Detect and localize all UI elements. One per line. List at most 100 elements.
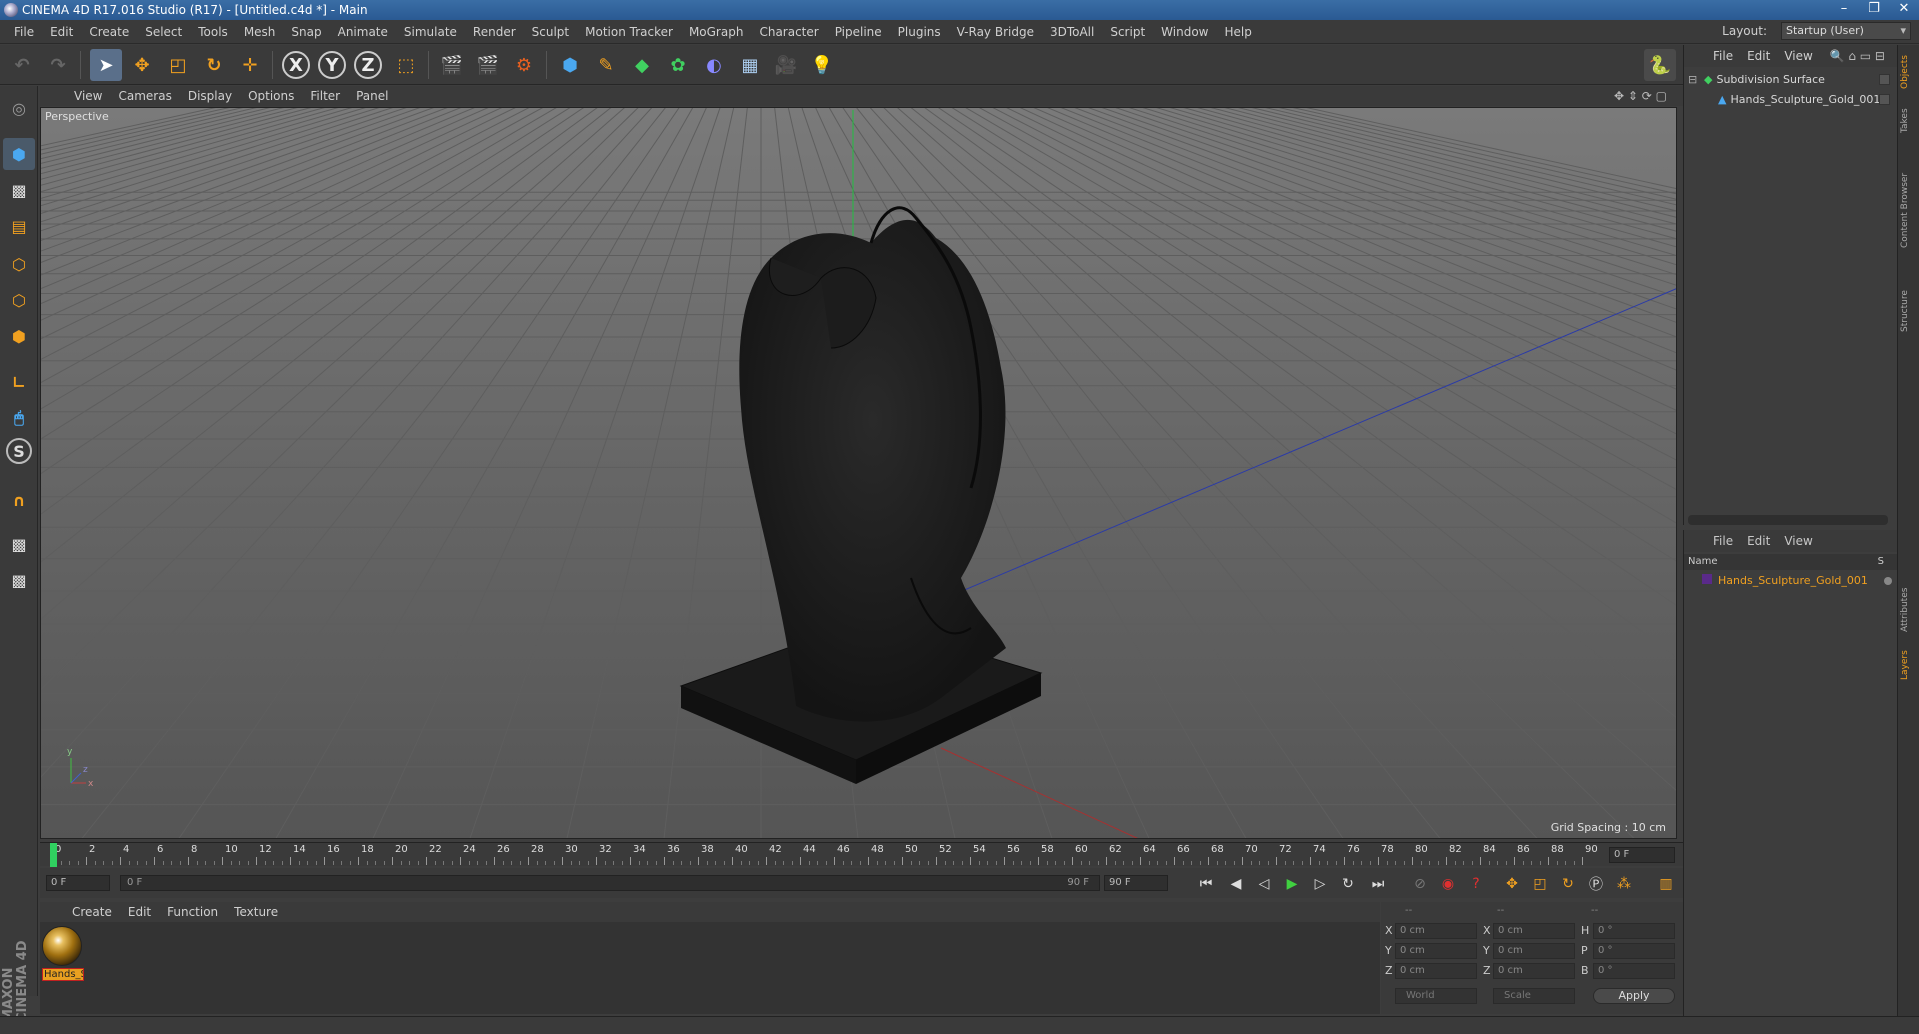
coordinate-space-dropdown[interactable]: World — [1395, 988, 1477, 1004]
layout-dropdown[interactable]: Startup (User) — [1781, 22, 1911, 40]
apply-button[interactable]: Apply — [1593, 988, 1675, 1004]
menu-sculpt[interactable]: Sculpt — [524, 25, 577, 39]
live-selection-icon[interactable]: ➤ — [90, 49, 122, 81]
viewport-menu-filter[interactable]: Filter — [302, 89, 348, 103]
record-keys-icon[interactable]: ⊘ — [1408, 872, 1432, 896]
go-to-end-icon[interactable]: ⏭ — [1366, 872, 1390, 896]
camera-icon[interactable]: 🎥 — [770, 49, 802, 81]
size-z-field[interactable]: 0 cm — [1493, 963, 1575, 979]
snap-magnet-icon[interactable]: ∩ — [3, 484, 35, 516]
rotate-icon[interactable]: ↻ — [198, 49, 230, 81]
object-row-subdivision-surface[interactable]: ⊟ ◆ Subdivision Surface — [1684, 71, 1898, 89]
object-row-hands-sculpture[interactable]: ▲ Hands_Sculpture_Gold_001 — [1684, 91, 1898, 109]
light-icon[interactable]: 💡 — [806, 49, 838, 81]
python-icon[interactable]: 🐍 — [1644, 49, 1676, 81]
model-mode-icon[interactable]: ⬢ — [3, 138, 35, 170]
material-menu-function[interactable]: Function — [159, 905, 226, 919]
menu-pipeline[interactable]: Pipeline — [827, 25, 890, 39]
previous-key-icon[interactable]: ◀ — [1224, 872, 1248, 896]
menu-plugins[interactable]: Plugins — [890, 25, 949, 39]
object-tag-check[interactable] — [1879, 94, 1890, 105]
menu-character[interactable]: Character — [751, 25, 826, 39]
side-tab-objects[interactable]: Objects — [1900, 47, 1918, 97]
y-axis-lock-button[interactable]: Y — [318, 51, 346, 79]
subdivision-generator-icon[interactable]: ◆ — [626, 49, 658, 81]
viewport-menu-options[interactable]: Options — [240, 89, 302, 103]
autokeying-icon[interactable]: ◉ — [1436, 872, 1460, 896]
object-menu-file[interactable]: File — [1706, 49, 1740, 63]
position-x-field[interactable]: 0 cm — [1395, 923, 1477, 939]
maximize-button[interactable]: ❐ — [1859, 0, 1889, 20]
workplane-lock-icon[interactable]: ▩ — [3, 528, 35, 560]
points-mode-icon[interactable]: ⬡ — [3, 248, 35, 280]
axis-mode-icon[interactable]: ∟ — [3, 366, 35, 398]
end-frame-field[interactable]: 90 F — [1104, 875, 1168, 891]
collapse-icon[interactable]: ⊟ — [1688, 71, 1697, 89]
menu-snap[interactable]: Snap — [283, 25, 329, 39]
menu-simulate[interactable]: Simulate — [396, 25, 465, 39]
key-parameter-icon[interactable]: Ⓟ — [1584, 872, 1608, 896]
redo-icon[interactable]: ↷ — [42, 49, 74, 81]
menu-animate[interactable]: Animate — [330, 25, 396, 39]
move-icon[interactable]: ✥ — [126, 49, 158, 81]
floor-scene-icon[interactable]: ▦ — [734, 49, 766, 81]
solo-mode-icon[interactable]: S — [6, 438, 32, 464]
make-editable-icon[interactable]: ◎ — [3, 92, 35, 124]
current-frame-field[interactable]: 0 F — [1609, 847, 1675, 863]
viewport-menu-panel[interactable]: Panel — [348, 89, 396, 103]
undo-icon[interactable]: ↶ — [6, 49, 38, 81]
menu-edit[interactable]: Edit — [42, 25, 81, 39]
rotation-b-field[interactable]: 0 ° — [1593, 963, 1675, 979]
menu-select[interactable]: Select — [137, 25, 190, 39]
play-icon[interactable]: ▶ — [1280, 872, 1304, 896]
menu-vray-bridge[interactable]: V-Ray Bridge — [949, 25, 1042, 39]
menu-file[interactable]: File — [6, 25, 42, 39]
next-key-icon[interactable]: ↻ — [1336, 872, 1360, 896]
menu-window[interactable]: Window — [1153, 25, 1216, 39]
timeline-window-icon[interactable]: ▥ — [1654, 872, 1678, 896]
render-view-icon[interactable]: 🎬 — [436, 49, 468, 81]
scale-icon[interactable]: ◰ — [162, 49, 194, 81]
object-manager-tools-icons[interactable]: 🔍 ⌂ ▭ ⊟ — [1823, 49, 1892, 63]
tweak-mode-icon[interactable]: 🖱 — [3, 402, 35, 434]
go-to-start-icon[interactable]: ⏮ — [1194, 872, 1218, 896]
texture-mode-icon[interactable]: ▩ — [3, 174, 35, 206]
transform-icon[interactable]: ✛ — [234, 49, 266, 81]
object-menu-edit[interactable]: Edit — [1740, 49, 1777, 63]
object-menu-view[interactable]: View — [1777, 49, 1819, 63]
viewport-menu-cameras[interactable]: Cameras — [110, 89, 179, 103]
layer-menu-file[interactable]: File — [1706, 534, 1740, 548]
material-menu-texture[interactable]: Texture — [226, 905, 286, 919]
menu-motion-tracker[interactable]: Motion Tracker — [577, 25, 681, 39]
menu-script[interactable]: Script — [1102, 25, 1153, 39]
object-manager-scrollbar[interactable] — [1688, 515, 1888, 525]
quantize-icon[interactable]: ▩ — [3, 564, 35, 596]
menu-create[interactable]: Create — [81, 25, 137, 39]
object-visibility-check[interactable] — [1879, 74, 1890, 85]
deformer-icon[interactable]: ◐ — [698, 49, 730, 81]
layer-solo-dot[interactable] — [1884, 577, 1892, 585]
key-pla-icon[interactable]: ⁂ — [1612, 872, 1636, 896]
side-tab-structure[interactable]: Structure — [1900, 281, 1918, 341]
layer-menu-edit[interactable]: Edit — [1740, 534, 1777, 548]
material-menu-create[interactable]: Create — [64, 905, 120, 919]
keyframe-selection-icon[interactable]: ? — [1464, 872, 1488, 896]
key-position-icon[interactable]: ✥ — [1500, 872, 1524, 896]
x-axis-lock-button[interactable]: X — [282, 51, 310, 79]
size-x-field[interactable]: 0 cm — [1493, 923, 1575, 939]
perspective-viewport[interactable]: y x z Perspective Grid Spacing : 10 cm — [40, 107, 1677, 839]
render-picture-viewer-icon[interactable]: 🎬 — [472, 49, 504, 81]
viewport-nav-icons[interactable]: ✥ ⇕ ⟳ ▢ — [1606, 89, 1675, 103]
render-settings-icon[interactable]: ⚙ — [508, 49, 540, 81]
timeline-playhead[interactable] — [50, 843, 57, 867]
rotation-p-field[interactable]: 0 ° — [1593, 943, 1675, 959]
frame-range-slider[interactable]: 0 F 90 F — [120, 875, 1100, 891]
size-mode-dropdown[interactable]: Scale — [1493, 988, 1575, 1004]
material-swatch[interactable]: Hands_S — [42, 926, 84, 986]
timeline-ruler[interactable]: 0 2 4 6 8 10 12 14 16 18 20 22 24 26 28 30 32 34 36 38 40 42 4… — [40, 842, 1683, 867]
position-z-field[interactable]: 0 cm — [1395, 963, 1477, 979]
menu-3dtoall[interactable]: 3DToAll — [1042, 25, 1102, 39]
edges-mode-icon[interactable]: ⬡ — [3, 284, 35, 316]
mograph-cloner-icon[interactable]: ✿ — [662, 49, 694, 81]
side-tab-layers[interactable]: Layers — [1900, 643, 1918, 687]
